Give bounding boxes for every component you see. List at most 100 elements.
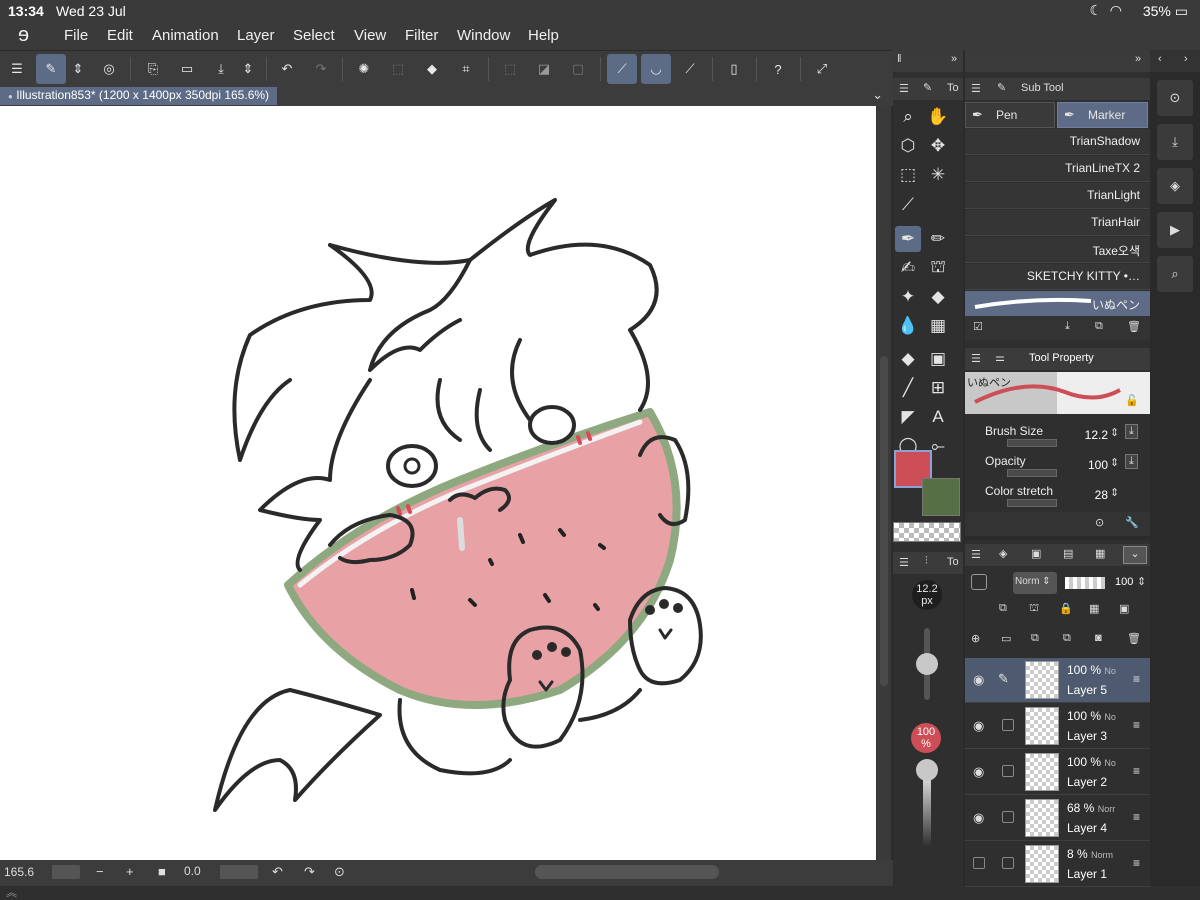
eye-icon[interactable]: ◉ <box>973 810 984 826</box>
brush-size-slider-knob[interactable] <box>916 653 938 675</box>
zoom-value[interactable]: 165.6 <box>4 865 34 879</box>
fill-bucket-icon[interactable]: ◆ <box>417 54 447 84</box>
move-tool-icon[interactable]: ✥ <box>925 133 951 159</box>
prop-opacity[interactable]: Opacity 100 ⇕ ⤓ <box>965 452 1150 482</box>
brush-item[interactable]: SKETCHY KITTY •… <box>965 264 1150 290</box>
menu-filter[interactable]: Filter <box>405 27 438 44</box>
eyedropper-icon[interactable]: ⟋ <box>895 192 921 218</box>
save-icon[interactable]: ⤓ <box>206 54 236 84</box>
cloud-sync-icon[interactable]: ◎ <box>94 54 124 84</box>
stepper-icon[interactable]: ⇕ <box>1110 426 1119 439</box>
eye-icon[interactable]: ◉ <box>973 764 984 780</box>
invert-selection-icon[interactable]: ◪ <box>529 54 559 84</box>
layer-search-tab-icon[interactable]: ▣ <box>1031 547 1041 560</box>
menu-select[interactable]: Select <box>293 27 335 44</box>
snap-grid-icon[interactable]: ⟋ <box>675 54 705 84</box>
merge-layer-icon[interactable]: ⧉ <box>1063 632 1071 645</box>
tool-tab-label[interactable]: To <box>947 82 959 94</box>
layer-menu-icon[interactable]: ≡ <box>1133 810 1140 824</box>
magic-wand-icon[interactable]: ✳ <box>925 162 951 188</box>
fit-screen-icon[interactable]: ■ <box>158 864 166 879</box>
layer-checkbox[interactable] <box>1002 719 1014 731</box>
decoration-tool-icon[interactable]: ✦ <box>895 284 921 310</box>
reset-rotation-icon[interactable]: ⊙ <box>334 864 345 880</box>
zoom-slider[interactable] <box>52 865 80 879</box>
clear-selection-icon[interactable]: ⬚ <box>383 54 413 84</box>
document-tab[interactable]: ● Illustration853* (1200 x 1400px 350dpi… <box>0 87 278 105</box>
menu-view[interactable]: View <box>354 27 386 44</box>
save-options-arrows-icon[interactable]: ⇕ <box>236 54 260 84</box>
menu-animation[interactable]: Animation <box>152 27 219 44</box>
eraser-icon[interactable]: ◆ <box>925 284 951 310</box>
open-folder-icon[interactable]: ▭ <box>172 54 202 84</box>
layer-row[interactable]: ◉ 100 % No Layer 3 ≡ <box>965 704 1150 749</box>
ruler-tool-icon[interactable]: ◤ <box>895 404 921 430</box>
collapse-right-icon[interactable]: › <box>1184 53 1188 65</box>
navigator-tab-icon[interactable]: ▦ <box>1095 547 1105 560</box>
brush-item[interactable]: Taxe오색 <box>965 237 1150 263</box>
help-bubble-icon[interactable]: ? <box>763 54 793 84</box>
prop-value[interactable]: 100 <box>1088 458 1108 472</box>
deselect-icon[interactable]: ⬚ <box>495 54 525 84</box>
search-icon[interactable]: ⌕ <box>1157 256 1193 292</box>
layer-row[interactable]: ◉ ✎ 100 % No Layer 5 ≡ <box>965 658 1150 703</box>
layer-panel-collapse-icon[interactable]: ⌄ <box>1123 546 1147 564</box>
fullscreen-icon[interactable]: ⤢ <box>807 54 837 84</box>
edit-mode-icon[interactable]: ✎ <box>36 54 66 84</box>
lock-layer-icon[interactable]: 🔒 <box>1059 602 1073 615</box>
frame-tool-icon[interactable]: ⊞ <box>925 375 951 401</box>
layer-opacity-slider[interactable] <box>1065 577 1105 589</box>
layer-menu-icon[interactable]: ≡ <box>1133 718 1140 732</box>
hand-tool-icon[interactable]: ✋ <box>925 104 951 130</box>
navigator-icon[interactable]: ⊙ <box>1157 80 1193 116</box>
pencil-tool-icon[interactable]: ✏ <box>925 226 951 252</box>
layer-visibility-checkbox[interactable] <box>973 857 985 869</box>
material-download-icon[interactable]: ⤓ <box>1157 124 1193 160</box>
new-raster-layer-icon[interactable]: ⊕ <box>971 632 980 645</box>
layer-menu-icon[interactable]: ≡ <box>1133 764 1140 778</box>
delete-icon[interactable]: 🗑 <box>1127 320 1141 333</box>
layer-row[interactable]: ◉ 100 % No Layer 2 ≡ <box>965 750 1150 795</box>
fill-tool-icon[interactable]: ◆ <box>895 346 921 372</box>
animation-tab-icon[interactable]: ▤ <box>1063 547 1073 560</box>
size-panel-tab-label[interactable]: To <box>947 556 959 568</box>
blend-mode-select[interactable]: Norm ⇕ <box>1013 572 1057 594</box>
layer-menu-icon[interactable]: ≡ <box>1133 672 1140 686</box>
snap-ruler-icon[interactable]: ⟋ <box>607 54 637 84</box>
grip-icon[interactable]: ‖ <box>897 53 902 65</box>
clip-layer-icon[interactable]: ⧉ <box>999 602 1007 615</box>
menu-window[interactable]: Window <box>457 27 510 44</box>
prop-brush-size[interactable]: Brush Size 12.2 ⇕ ⤓ <box>965 422 1150 452</box>
subtool-tab-marker[interactable]: ✒ Marker <box>1057 102 1148 128</box>
layer-opacity-value[interactable]: 100 <box>1115 576 1133 588</box>
transform-icon[interactable]: ⌗ <box>451 54 481 84</box>
zoom-out-icon[interactable]: − <box>96 864 104 879</box>
layer-row[interactable]: 8 % Norm Layer 1 ≡ <box>965 842 1150 887</box>
prop-value[interactable]: 28 <box>1095 488 1108 502</box>
panel-menu-icon[interactable]: ☰ <box>899 556 909 569</box>
stepper-icon[interactable]: ⇕ <box>1110 456 1119 469</box>
layers-tab-icon[interactable]: ◈ <box>999 547 1007 560</box>
opacity-slider-knob[interactable] <box>916 759 938 781</box>
pen-tool-icon[interactable]: ✒ <box>895 226 921 252</box>
selection-tool-icon[interactable]: ⬚ <box>895 162 921 188</box>
brush-item-selected[interactable]: いぬペン <box>965 291 1150 317</box>
undo-icon[interactable]: ↶ <box>272 54 302 84</box>
panel-menu-icon[interactable]: ☰ <box>971 82 981 95</box>
airbrush-icon[interactable]: ⛫ <box>925 255 951 281</box>
vertical-scrollbar[interactable] <box>877 106 891 860</box>
stepper-icon[interactable]: ⇕ <box>1110 486 1119 499</box>
menu-edit[interactable]: Edit <box>107 27 133 44</box>
layer-checkbox[interactable] <box>1002 765 1014 777</box>
collapse-arrows-icon[interactable]: » <box>951 53 957 65</box>
blend-tool-icon[interactable]: 💧 <box>895 313 921 339</box>
zoom-tool-icon[interactable]: ⌕ <box>895 104 921 130</box>
brush-item[interactable]: TrianLight <box>965 183 1150 209</box>
layer-menu-icon[interactable]: ≡ <box>1133 856 1140 870</box>
subtool-settings-icon[interactable]: ☑ <box>973 320 983 333</box>
loading-icon[interactable]: ✺ <box>349 54 379 84</box>
duplicate-icon[interactable]: ⧉ <box>1095 320 1103 333</box>
vertical-scroll-thumb[interactable] <box>880 356 888 686</box>
drawing-canvas[interactable] <box>0 106 876 860</box>
import-icon[interactable]: ⤓ <box>1065 320 1070 333</box>
